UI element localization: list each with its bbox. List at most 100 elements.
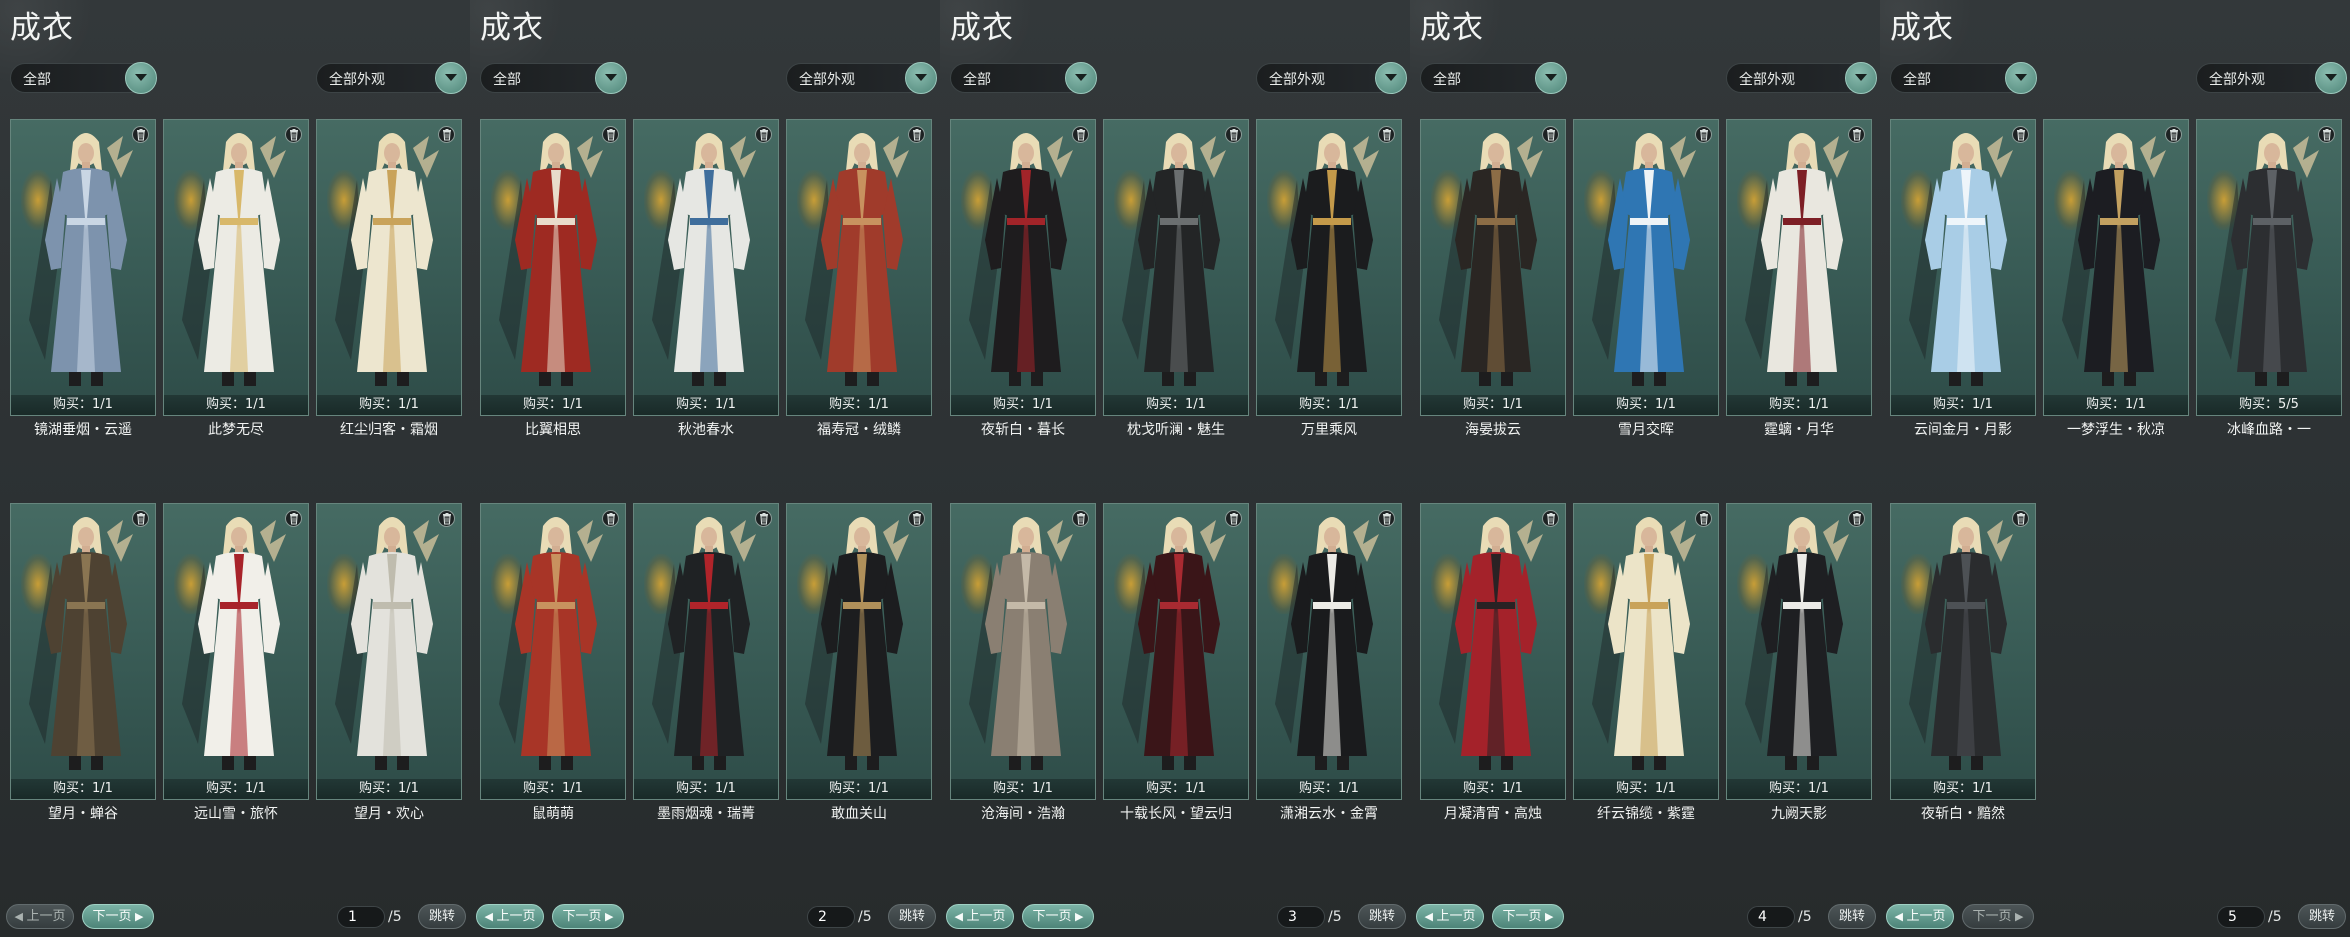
outfit-card[interactable]: 购买：1/1 <box>1890 119 2036 416</box>
jump-button[interactable]: 跳转 <box>2298 904 2346 929</box>
outfit-card[interactable]: 购买：1/1 <box>316 119 462 416</box>
trash-icon[interactable] <box>755 126 772 143</box>
outfit-card[interactable]: 购买：1/1 <box>1103 503 1249 800</box>
trash-icon[interactable] <box>1542 126 1559 143</box>
outfit-card[interactable]: 购买：1/1 <box>1726 119 1872 416</box>
outfit-card[interactable]: 购买：1/1 <box>1420 503 1566 800</box>
jump-button[interactable]: 跳转 <box>1828 904 1876 929</box>
page-total: /5 <box>858 909 872 925</box>
outfit-card[interactable]: 购买：1/1 <box>480 119 626 416</box>
trash-icon[interactable] <box>1225 126 1242 143</box>
outfit-card[interactable]: 购买：1/1 <box>1890 503 2036 800</box>
next-page-button[interactable]: 下一页 ▶ <box>552 904 624 929</box>
trash-icon[interactable] <box>285 510 302 527</box>
outfit-card[interactable]: 购买：1/1 <box>1726 503 1872 800</box>
page-number-input[interactable]: 4 <box>1747 906 1795 928</box>
chevron-down-icon[interactable] <box>1535 62 1567 94</box>
outfit-card[interactable]: 购买：5/5 <box>2196 119 2342 416</box>
outfit-card[interactable]: 购买：1/1 <box>950 503 1096 800</box>
page-number-input[interactable]: 3 <box>1277 906 1325 928</box>
outfit-card[interactable]: 购买：1/1 <box>1573 503 1719 800</box>
chevron-down-icon[interactable] <box>905 62 937 94</box>
outfit-card[interactable]: 购买：1/1 <box>1420 119 1566 416</box>
prev-page-button[interactable]: ◀ 上一页 <box>1886 904 1954 929</box>
next-page-button[interactable]: 下一页 ▶ <box>1962 904 2034 929</box>
outfit-card[interactable]: 购买：1/1 <box>163 119 309 416</box>
outfit-card[interactable]: 购买：1/1 <box>163 503 309 800</box>
trash-icon[interactable] <box>1848 126 1865 143</box>
trash-icon[interactable] <box>1072 510 1089 527</box>
outfit-card[interactable]: 购买：1/1 <box>10 119 156 416</box>
outfit-card[interactable]: 购买：1/1 <box>10 503 156 800</box>
trash-icon[interactable] <box>602 126 619 143</box>
outfit-card[interactable]: 购买：1/1 <box>2043 119 2189 416</box>
next-page-button[interactable]: 下一页 ▶ <box>1022 904 1094 929</box>
outfit-card[interactable]: 购买：1/1 <box>316 503 462 800</box>
outfit-card[interactable]: 购买：1/1 <box>950 119 1096 416</box>
outfit-card[interactable]: 购买：1/1 <box>633 503 779 800</box>
trash-icon[interactable] <box>908 510 925 527</box>
category-filter-dropdown[interactable]: 全部 <box>1420 62 1567 94</box>
category-filter-dropdown[interactable]: 全部 <box>1890 62 2037 94</box>
trash-icon[interactable] <box>2012 126 2029 143</box>
trash-icon[interactable] <box>2165 126 2182 143</box>
trash-icon[interactable] <box>132 510 149 527</box>
chevron-down-icon[interactable] <box>2315 62 2347 94</box>
trash-icon[interactable] <box>1378 126 1395 143</box>
page-number-input[interactable]: 5 <box>2217 906 2265 928</box>
category-filter-dropdown[interactable]: 全部 <box>950 62 1097 94</box>
trash-icon[interactable] <box>1225 510 1242 527</box>
jump-button[interactable]: 跳转 <box>888 904 936 929</box>
outfit-name: 夜斩白・暮长 <box>981 422 1065 438</box>
appearance-filter-dropdown[interactable]: 全部外观 <box>316 62 467 94</box>
jump-button[interactable]: 跳转 <box>1358 904 1406 929</box>
outfit-name: 潇湘云水・金霄 <box>1280 806 1378 822</box>
trash-icon[interactable] <box>132 126 149 143</box>
outfit-card[interactable]: 购买：1/1 <box>480 503 626 800</box>
appearance-filter-dropdown[interactable]: 全部外观 <box>786 62 937 94</box>
next-page-button[interactable]: 下一页 ▶ <box>1492 904 1564 929</box>
chevron-down-icon[interactable] <box>435 62 467 94</box>
trash-icon[interactable] <box>1848 510 1865 527</box>
appearance-filter-dropdown[interactable]: 全部外观 <box>1726 62 1877 94</box>
trash-icon[interactable] <box>755 510 772 527</box>
trash-icon[interactable] <box>438 510 455 527</box>
trash-icon[interactable] <box>1695 510 1712 527</box>
outfit-card[interactable]: 购买：1/1 <box>1256 119 1402 416</box>
outfit-card[interactable]: 购买：1/1 <box>786 503 932 800</box>
outfit-name: 镜湖垂烟・云遥 <box>34 422 132 438</box>
category-filter-dropdown[interactable]: 全部 <box>10 62 157 94</box>
trash-icon[interactable] <box>2012 510 2029 527</box>
chevron-down-icon[interactable] <box>1375 62 1407 94</box>
outfit-card[interactable]: 购买：1/1 <box>1103 119 1249 416</box>
chevron-down-icon[interactable] <box>1065 62 1097 94</box>
chevron-down-icon[interactable] <box>595 62 627 94</box>
outfit-card[interactable]: 购买：1/1 <box>633 119 779 416</box>
chevron-down-icon[interactable] <box>2005 62 2037 94</box>
jump-button[interactable]: 跳转 <box>418 904 466 929</box>
trash-icon[interactable] <box>2318 126 2335 143</box>
outfit-card[interactable]: 购买：1/1 <box>1256 503 1402 800</box>
outfit-card[interactable]: 购买：1/1 <box>786 119 932 416</box>
trash-icon[interactable] <box>1378 510 1395 527</box>
chevron-down-icon[interactable] <box>1845 62 1877 94</box>
trash-icon[interactable] <box>1695 126 1712 143</box>
category-filter-dropdown[interactable]: 全部 <box>480 62 627 94</box>
outfit-card[interactable]: 购买：1/1 <box>1573 119 1719 416</box>
page-number-input[interactable]: 2 <box>807 906 855 928</box>
page-number-input[interactable]: 1 <box>337 906 385 928</box>
trash-icon[interactable] <box>908 126 925 143</box>
prev-page-button[interactable]: ◀ 上一页 <box>1416 904 1484 929</box>
prev-page-button[interactable]: ◀ 上一页 <box>6 904 74 929</box>
trash-icon[interactable] <box>1542 510 1559 527</box>
trash-icon[interactable] <box>285 126 302 143</box>
trash-icon[interactable] <box>602 510 619 527</box>
appearance-filter-dropdown[interactable]: 全部外观 <box>2196 62 2347 94</box>
trash-icon[interactable] <box>1072 126 1089 143</box>
trash-icon[interactable] <box>438 126 455 143</box>
prev-page-button[interactable]: ◀ 上一页 <box>946 904 1014 929</box>
next-page-button[interactable]: 下一页 ▶ <box>82 904 154 929</box>
chevron-down-icon[interactable] <box>125 62 157 94</box>
appearance-filter-dropdown[interactable]: 全部外观 <box>1256 62 1407 94</box>
prev-page-button[interactable]: ◀ 上一页 <box>476 904 544 929</box>
